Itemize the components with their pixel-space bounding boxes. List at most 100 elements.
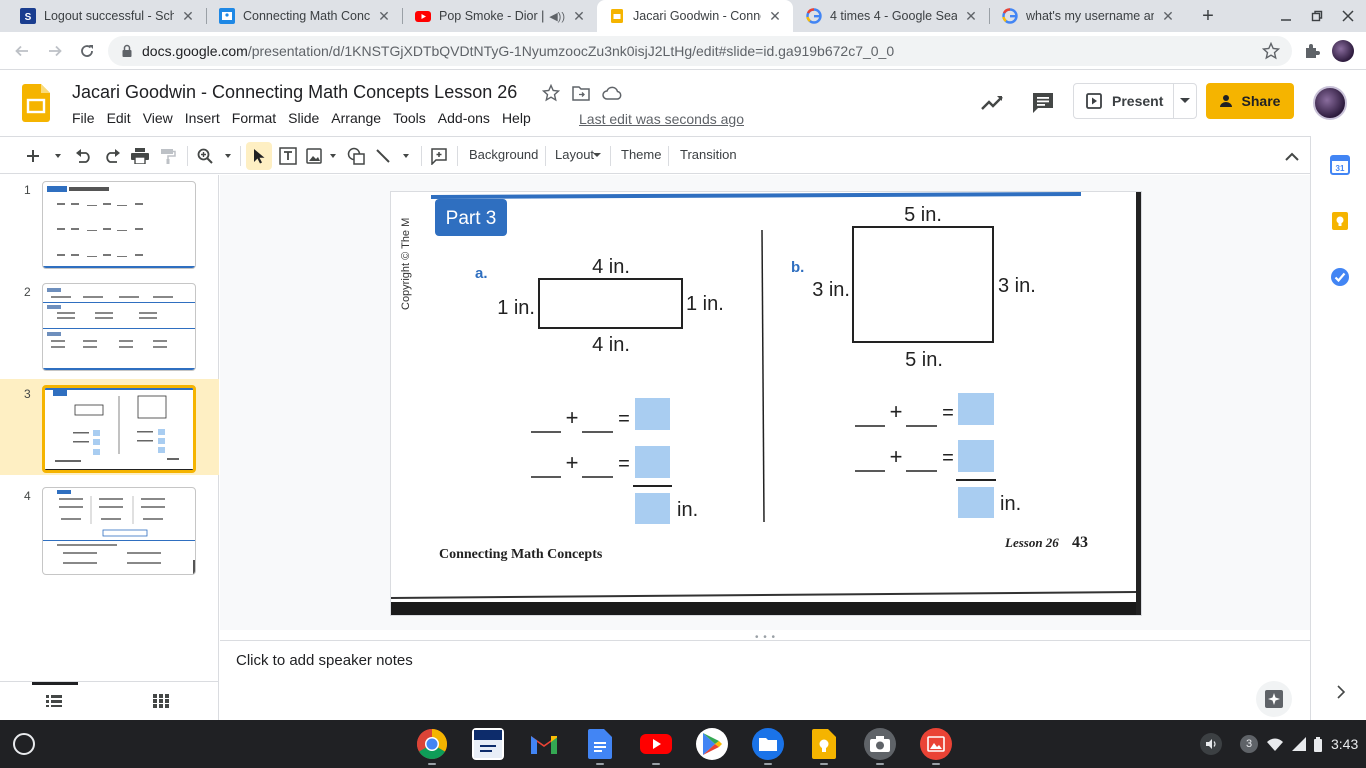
close-tab-icon[interactable]: ✕ [963,8,979,24]
minimize-icon[interactable] [1276,6,1296,26]
print-icon[interactable] [130,145,150,167]
camera-icon[interactable] [864,728,896,760]
filmstrip-slide[interactable]: 4 [0,481,219,577]
play-store-icon[interactable] [696,728,728,760]
star-icon[interactable] [541,83,561,103]
b-answer-box-2[interactable] [958,440,994,472]
lock-icon[interactable] [120,44,134,58]
browser-tab-schoology[interactable]: S Logout successful - Scho ✕ [8,0,206,32]
menu-edit[interactable]: Edit [101,110,137,126]
status-tray[interactable]: 3 3:43 [1200,730,1360,758]
menu-file[interactable]: File [66,110,101,126]
address-bar[interactable]: docs.google.com/presentation/d/1KNSTGjXD… [108,36,1292,66]
slides-logo-icon[interactable] [22,84,50,122]
last-edit-link[interactable]: Last edit was seconds ago [579,111,744,127]
chrome-app-icon[interactable] [416,728,448,760]
move-folder-icon[interactable] [571,83,591,103]
close-tab-icon[interactable]: ✕ [767,8,783,24]
google-docs-icon[interactable] [584,728,616,760]
close-window-icon[interactable] [1338,6,1358,26]
battery-icon[interactable] [1314,736,1322,752]
menu-insert[interactable]: Insert [179,110,226,126]
redo-icon[interactable] [102,145,122,167]
a-answer-box-2[interactable] [635,446,670,478]
forward-icon[interactable] [42,38,68,64]
present-dropdown-icon[interactable] [1174,98,1196,104]
tasks-icon[interactable] [1330,267,1350,287]
filmstrip-view-icon[interactable] [46,695,62,707]
transition-button[interactable]: Transition [680,147,737,162]
browser-tab-classroom[interactable]: Connecting Math Conce ✕ [207,0,402,32]
layout-dropdown-icon[interactable] [593,153,601,158]
close-tab-icon[interactable]: ✕ [1160,8,1176,24]
menu-tools[interactable]: Tools [387,110,432,126]
filmstrip-slide[interactable]: 2 [0,277,219,373]
notification-count-badge[interactable]: 3 [1240,735,1258,753]
filmstrip-slide[interactable]: 1 [0,175,219,271]
menu-addons[interactable]: Add-ons [432,110,496,126]
browser-tab-slides[interactable]: Jacari Goodwin - Conne ✕ [597,0,793,32]
menu-arrange[interactable]: Arrange [325,110,387,126]
close-tab-icon[interactable]: ✕ [376,8,392,24]
slide-thumbnail[interactable] [42,487,196,575]
a-answer-box-3[interactable] [635,493,670,524]
activity-dashboard-icon[interactable] [978,89,1006,117]
media-controls-icon[interactable] [1200,733,1222,755]
add-comment-icon[interactable] [428,145,450,167]
calendar-icon[interactable]: 31 [1330,155,1350,175]
keep-icon[interactable] [1330,211,1350,231]
worksheet-image[interactable]: Part 3 Copyright © The M a. 4 in. 4 in. … [391,192,1141,615]
close-tab-icon[interactable]: ✕ [180,8,196,24]
text-box-icon[interactable] [277,145,299,167]
back-icon[interactable] [9,38,35,64]
restore-icon[interactable] [1307,6,1327,26]
background-button[interactable]: Background [469,147,538,162]
browser-tab-google-search-2[interactable]: what's my username an ✕ [990,0,1186,32]
slide-thumbnail[interactable] [42,283,196,371]
paint-format-icon[interactable] [158,145,178,167]
bookmark-star-icon[interactable] [1262,42,1280,60]
comments-icon[interactable] [1029,89,1057,117]
slide-editor[interactable]: Part 3 Copyright © The M a. 4 in. 4 in. … [391,192,1141,615]
insert-image-icon[interactable] [305,145,339,167]
filmstrip-slide-selected[interactable]: 3 [0,379,219,475]
extensions-icon[interactable] [1299,38,1325,64]
line-tool-icon[interactable] [374,145,414,167]
a-answer-box-1[interactable] [635,398,670,430]
wifi-icon[interactable] [1267,738,1283,751]
pearson-testnav-icon[interactable] [472,728,504,760]
account-avatar[interactable] [1313,86,1347,120]
browser-tab-youtube[interactable]: Pop Smoke - Dior | T ◀)) ✕ [403,0,597,32]
gallery-icon[interactable] [920,728,952,760]
zoom-icon[interactable] [196,145,236,167]
launcher-icon[interactable] [13,733,35,755]
undo-icon[interactable] [74,145,94,167]
cloud-saved-icon[interactable] [602,83,622,103]
speaker-notes-placeholder[interactable]: Click to add speaker notes [236,652,413,669]
reload-icon[interactable] [74,38,100,64]
slide-thumbnail[interactable] [42,385,196,473]
slide-thumbnail[interactable] [42,181,196,269]
document-title[interactable]: Jacari Goodwin - Connecting Math Concept… [72,82,517,103]
menu-slide[interactable]: Slide [282,110,325,126]
new-slide-icon[interactable] [26,145,64,167]
select-tool-icon[interactable] [246,142,272,170]
grid-view-icon[interactable] [153,694,169,708]
b-answer-box-1[interactable] [958,393,994,425]
b-answer-box-3[interactable] [958,487,994,518]
speaker-notes-panel[interactable]: Click to add speaker notes [220,640,1310,720]
audio-playing-icon[interactable]: ◀)) [549,10,565,23]
new-tab-button[interactable]: + [1196,4,1220,28]
shape-icon[interactable] [345,145,367,167]
gmail-icon[interactable] [528,728,560,760]
menu-format[interactable]: Format [226,110,282,126]
menu-view[interactable]: View [137,110,179,126]
collapse-toolbar-icon[interactable] [1282,145,1302,167]
clock-time[interactable]: 3:43 [1331,736,1358,752]
cellular-signal-icon[interactable] [1292,737,1306,751]
explore-button[interactable] [1256,681,1292,717]
menu-help[interactable]: Help [496,110,537,126]
slide-canvas[interactable]: Part 3 Copyright © The M a. 4 in. 4 in. … [220,175,1310,630]
close-tab-icon[interactable]: ✕ [571,8,587,24]
browser-tab-google-search-1[interactable]: 4 times 4 - Google Searc ✕ [794,0,989,32]
